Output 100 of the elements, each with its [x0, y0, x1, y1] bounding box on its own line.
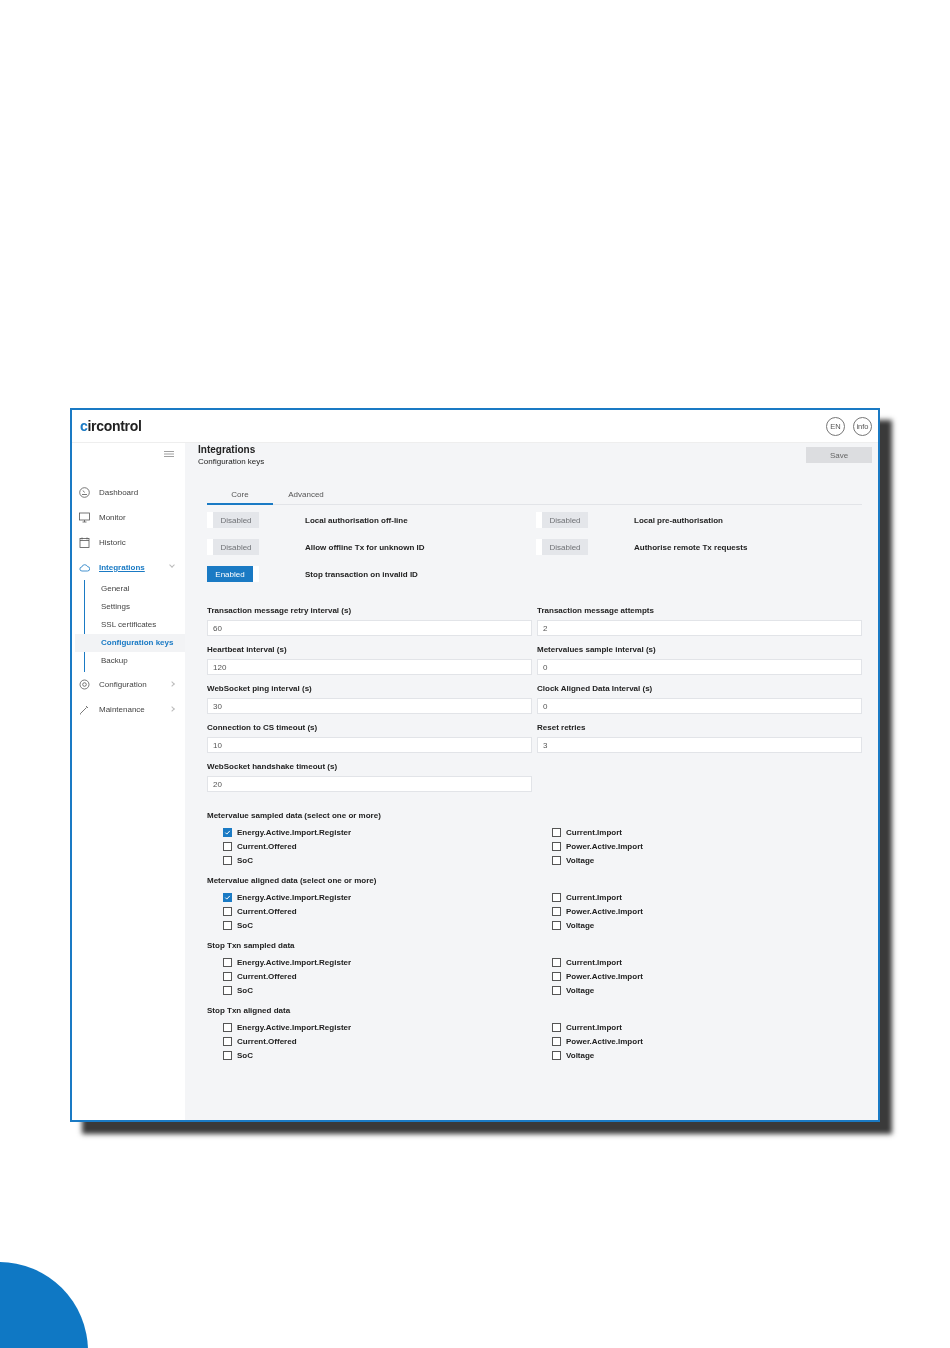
checkbox[interactable] — [223, 1036, 232, 1046]
sidebar-item[interactable]: Integrations — [72, 555, 185, 580]
checkbox[interactable] — [223, 920, 232, 930]
checkbox[interactable] — [223, 985, 232, 995]
checkbox[interactable] — [552, 892, 561, 902]
toggle-label: Local authorisation off-line — [305, 515, 408, 525]
checkbox[interactable] — [552, 827, 561, 837]
checkbox-label: Power.Active.Import — [566, 1036, 643, 1046]
field-label: Transaction message retry interval (s) — [207, 606, 353, 616]
menu-icon[interactable] — [164, 451, 174, 457]
checkbox[interactable] — [552, 971, 561, 981]
checkbox-label: Voltage — [566, 855, 595, 865]
checkbox-label: Current.Offered — [237, 906, 297, 916]
input-field[interactable]: 10 — [207, 737, 532, 753]
checkbox[interactable] — [223, 957, 232, 967]
field-label: Clock Aligned Data Interval (s) — [537, 684, 654, 694]
calendar-icon — [79, 537, 90, 548]
checkbox[interactable] — [552, 920, 561, 930]
checkbox[interactable] — [552, 985, 561, 995]
toggle-switch[interactable]: Disabled — [207, 512, 259, 528]
tab[interactable]: Advanced — [273, 486, 339, 505]
checkbox-label: Current.Offered — [237, 971, 297, 981]
sidebar-item[interactable]: Configuration — [72, 672, 185, 697]
input-field[interactable]: 120 — [207, 659, 532, 675]
checkbox-label: SoC — [237, 855, 253, 865]
checkbox[interactable] — [552, 841, 561, 851]
checkbox-label: Power.Active.Import — [566, 906, 643, 916]
checkbox[interactable] — [223, 855, 232, 865]
checkbox[interactable] — [552, 906, 561, 916]
page-subtitle: Configuration keys — [198, 457, 265, 466]
checkbox-label: Current.Import — [566, 957, 622, 967]
sidebar-subitem[interactable]: Settings — [85, 598, 185, 616]
input-field[interactable]: 0 — [537, 659, 862, 675]
checkbox-label: Energy.Active.Import.Register — [237, 827, 352, 837]
input-field[interactable]: 2 — [537, 620, 862, 636]
checkbox-label: Current.Offered — [237, 1036, 297, 1046]
toggle-label: Stop transaction on invalid ID — [305, 569, 418, 579]
checkbox-label: Voltage — [566, 1050, 595, 1060]
checkbox-label: SoC — [237, 920, 253, 930]
checkbox-label: Current.Offered — [237, 841, 297, 851]
field-label: Heartbeat interval (s) — [207, 645, 288, 655]
sidebar-item[interactable]: Monitor — [72, 505, 185, 530]
checkbox-label: SoC — [237, 1050, 253, 1060]
checkbox-label: Voltage — [566, 920, 595, 930]
checkbox-label: Energy.Active.Import.Register — [237, 892, 352, 902]
checkbox[interactable] — [223, 971, 232, 981]
toggle-label: Local pre-authorisation — [634, 515, 723, 525]
checkbox-label: SoC — [237, 985, 253, 995]
input-field[interactable]: 3 — [537, 737, 862, 753]
checkbox-label: Current.Import — [566, 827, 622, 837]
checkbox-label: Current.Import — [566, 1022, 622, 1032]
field-label: WebSocket handshake timeout (s) — [207, 762, 339, 772]
field-label: Reset retries — [537, 723, 587, 733]
sidebar-item[interactable]: Dashboard — [72, 480, 185, 505]
gear-icon — [79, 679, 90, 690]
checkbox-label: Energy.Active.Import.Register — [237, 1022, 352, 1032]
checkbox[interactable] — [552, 957, 561, 967]
checkbox-label: Voltage — [566, 985, 595, 995]
checkbox[interactable] — [223, 1050, 232, 1060]
toggle-label: Allow offline Tx for unknown ID — [305, 542, 425, 552]
group-title: Metervalue aligned data (select one or more) — [207, 876, 378, 885]
sidebar-subitem[interactable]: SSL certificates — [85, 616, 185, 634]
toggle-switch[interactable]: Disabled — [536, 512, 588, 528]
group-title: Stop Txn sampled data — [207, 941, 296, 950]
toggle-switch[interactable]: Disabled — [207, 539, 259, 555]
checkbox[interactable] — [552, 1022, 561, 1032]
checkbox[interactable] — [552, 1050, 561, 1060]
sidebar-subitem[interactable]: General — [85, 580, 185, 598]
toggle-switch[interactable]: Enabled — [207, 566, 259, 582]
input-field[interactable]: 60 — [207, 620, 532, 636]
checkbox-label: Current.Import — [566, 892, 622, 902]
input-field[interactable]: 20 — [207, 776, 532, 792]
cloud-icon — [79, 562, 90, 573]
checkbox[interactable] — [223, 841, 232, 851]
checkbox-label: Power.Active.Import — [566, 841, 643, 851]
sidebar-item[interactable]: Maintenance — [72, 697, 185, 722]
gauge-icon — [79, 487, 90, 498]
checkbox[interactable] — [223, 892, 232, 902]
sidebar-subitem[interactable]: Configuration keys — [75, 634, 185, 652]
logo: circontrol — [80, 418, 142, 434]
tab[interactable]: Core — [207, 486, 273, 505]
field-label: Metervalues sample interval (s) — [537, 645, 657, 655]
field-label: Transaction message attempts — [537, 606, 655, 616]
group-title: Metervalue sampled data (select one or more) — [207, 811, 382, 820]
input-field[interactable]: 0 — [537, 698, 862, 714]
monitor-icon — [79, 512, 90, 523]
sidebar-item[interactable]: Historic — [72, 530, 185, 555]
group-title: Stop Txn aligned data — [207, 1006, 292, 1015]
checkbox[interactable] — [223, 827, 232, 837]
checkbox[interactable] — [552, 855, 561, 865]
toggle-switch[interactable]: Disabled — [536, 539, 588, 555]
checkbox[interactable] — [552, 1036, 561, 1046]
checkbox[interactable] — [223, 1022, 232, 1032]
page-title: Integrations — [198, 444, 257, 455]
input-field[interactable]: 30 — [207, 698, 532, 714]
field-label: WebSocket ping interval (s) — [207, 684, 313, 694]
checkbox-label: Power.Active.Import — [566, 971, 643, 981]
sidebar-subitem[interactable]: Backup — [85, 652, 185, 670]
toggle-label: Authorise remote Tx requests — [634, 542, 748, 552]
checkbox[interactable] — [223, 906, 232, 916]
